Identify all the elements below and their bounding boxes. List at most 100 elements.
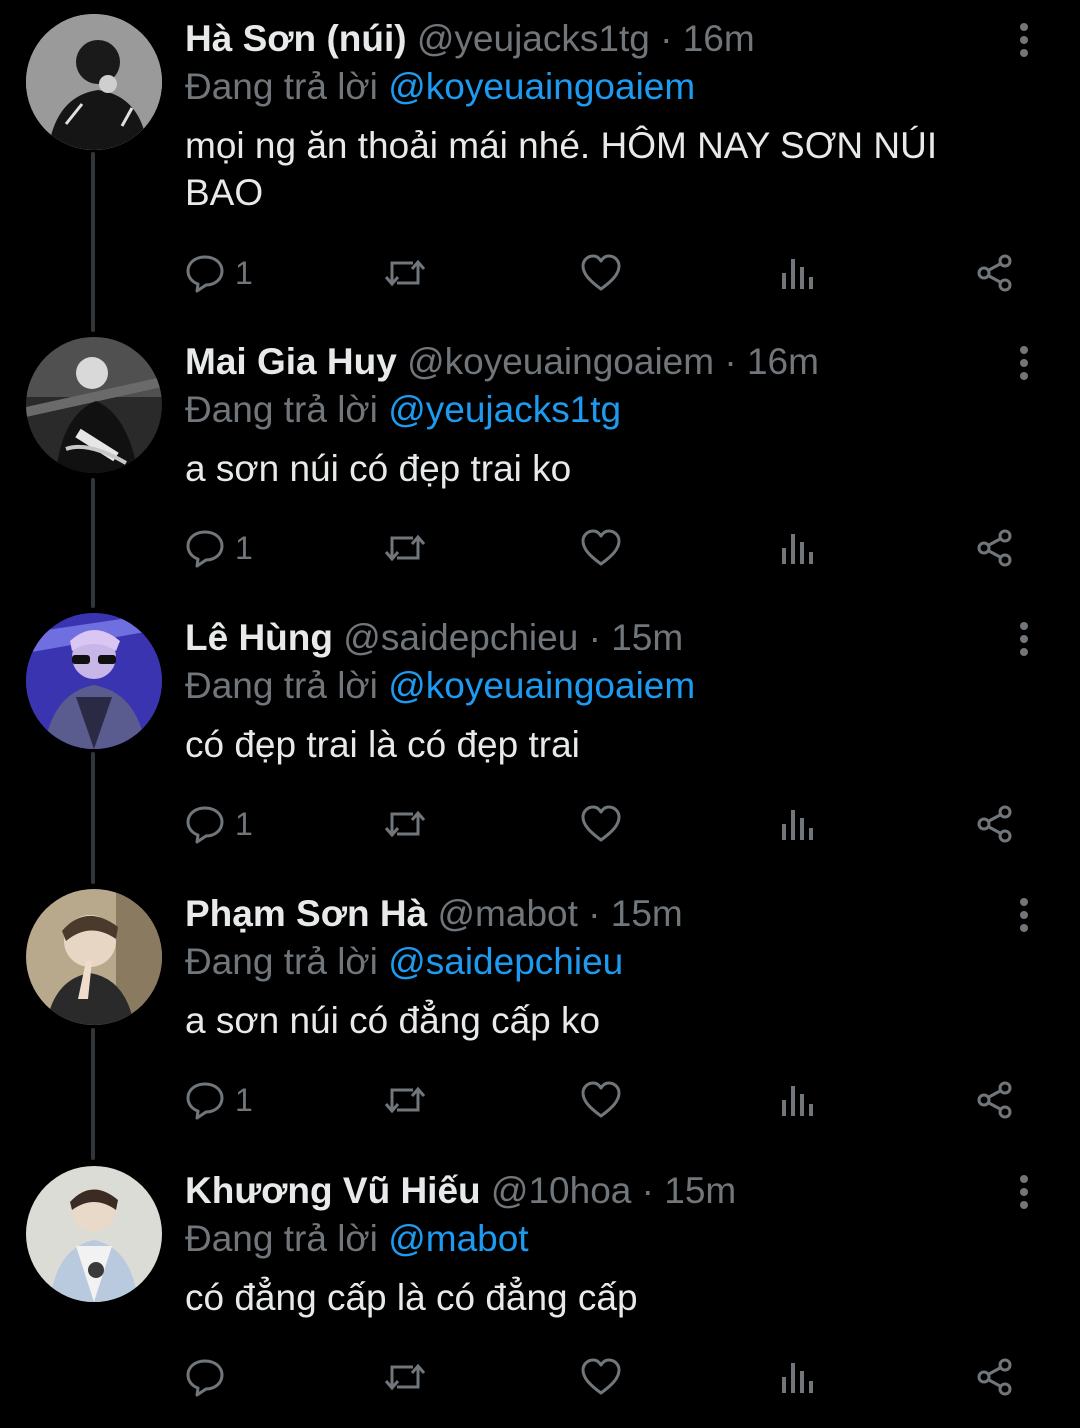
separator-dot: · xyxy=(660,18,673,59)
reply-prefix: Đang trả lời xyxy=(185,66,378,107)
separator-dot: · xyxy=(588,617,601,658)
like-button[interactable] xyxy=(580,1352,622,1402)
views-button[interactable] xyxy=(779,248,815,298)
retweet-button[interactable] xyxy=(383,248,427,298)
reply-count: 1 xyxy=(235,254,253,291)
speech-bubble-icon xyxy=(186,255,224,293)
reply-thread: Hà Sơn (núi) @yeujacks1tg · 16m Đang trả… xyxy=(0,0,1080,1413)
heart-icon xyxy=(581,1358,621,1395)
timestamp[interactable]: 16m xyxy=(683,18,755,59)
bar-chart-icon xyxy=(782,810,813,840)
more-button[interactable] xyxy=(1004,619,1044,659)
retweet-button[interactable] xyxy=(383,523,427,573)
heart-icon xyxy=(581,529,621,566)
user-handle[interactable]: @saidepchieu xyxy=(343,617,578,658)
vertical-dots-icon xyxy=(1020,622,1028,656)
avatar[interactable] xyxy=(26,1166,162,1302)
tweet[interactable]: Khương Vũ Hiếu @10hoa · 15m Đang trả lời… xyxy=(0,1152,1080,1428)
reply-count: 1 xyxy=(235,1081,253,1118)
tweet[interactable]: Hà Sơn (núi) @yeujacks1tg · 16m Đang trả… xyxy=(0,0,1080,293)
more-button[interactable] xyxy=(1004,20,1044,60)
avatar[interactable] xyxy=(26,889,162,1025)
timestamp[interactable]: 16m xyxy=(747,341,819,382)
like-button[interactable] xyxy=(580,799,622,849)
more-button[interactable] xyxy=(1004,1172,1044,1212)
retweet-icon xyxy=(384,810,426,838)
share-button[interactable] xyxy=(975,799,1015,849)
reply-button[interactable]: 1 xyxy=(185,799,253,849)
retweet-icon xyxy=(384,1086,426,1114)
reply-mention[interactable]: @koyeuaingoaiem xyxy=(388,665,695,706)
timestamp[interactable]: 15m xyxy=(664,1170,736,1211)
user-handle[interactable]: @yeujacks1tg xyxy=(417,18,650,59)
share-icon xyxy=(977,529,1012,567)
retweet-icon xyxy=(384,534,426,562)
display-name[interactable]: Mai Gia Huy xyxy=(185,341,397,382)
tweet-text: a sơn núi có đẳng cấp ko xyxy=(185,1000,601,1041)
reply-button[interactable]: 1 xyxy=(185,248,253,298)
reply-prefix: Đang trả lời xyxy=(185,941,378,982)
retweet-button[interactable] xyxy=(383,799,427,849)
heart-icon xyxy=(581,254,621,291)
like-button[interactable] xyxy=(580,248,622,298)
share-button[interactable] xyxy=(975,1352,1015,1402)
reply-button[interactable]: 1 xyxy=(185,523,253,573)
views-button[interactable] xyxy=(779,523,815,573)
vertical-dots-icon xyxy=(1020,1175,1028,1209)
reply-button[interactable]: 1 xyxy=(185,1075,253,1125)
tweet[interactable]: Mai Gia Huy @koyeuaingoaiem · 16m Đang t… xyxy=(0,323,1080,599)
avatar[interactable] xyxy=(26,613,162,749)
reply-mention[interactable]: @saidepchieu xyxy=(388,941,623,982)
reply-count: 1 xyxy=(235,529,253,566)
reply-prefix: Đang trả lời xyxy=(185,389,378,430)
display-name[interactable]: Lê Hùng xyxy=(185,617,333,658)
views-button[interactable] xyxy=(779,1352,815,1402)
speech-bubble-icon xyxy=(186,1082,224,1120)
speech-bubble-icon xyxy=(186,1359,224,1397)
speech-bubble-icon xyxy=(186,806,224,844)
bar-chart-icon xyxy=(782,534,813,564)
user-handle[interactable]: @mabot xyxy=(437,893,577,934)
share-icon xyxy=(977,805,1012,843)
share-icon xyxy=(977,254,1012,292)
tweet-text: có đẳng cấp là có đẳng cấp xyxy=(185,1277,638,1318)
user-handle[interactable]: @10hoa xyxy=(491,1170,631,1211)
vertical-dots-icon xyxy=(1020,23,1028,57)
timestamp[interactable]: 15m xyxy=(611,893,683,934)
retweet-icon xyxy=(384,259,426,287)
reply-count: 1 xyxy=(235,805,253,842)
bar-chart-icon xyxy=(782,1363,813,1393)
avatar[interactable] xyxy=(26,14,162,150)
tweet-text: có đẹp trai là có đẹp trai xyxy=(185,724,580,765)
retweet-icon xyxy=(384,1363,426,1391)
timestamp[interactable]: 15m xyxy=(611,617,683,658)
like-button[interactable] xyxy=(580,1075,622,1125)
retweet-button[interactable] xyxy=(383,1075,427,1125)
action-bar xyxy=(185,1352,1035,1402)
retweet-button[interactable] xyxy=(383,1352,427,1402)
like-button[interactable] xyxy=(580,523,622,573)
views-button[interactable] xyxy=(779,1075,815,1125)
reply-mention[interactable]: @koyeuaingoaiem xyxy=(388,66,695,107)
more-button[interactable] xyxy=(1004,895,1044,935)
reply-mention[interactable]: @mabot xyxy=(388,1218,528,1259)
tweet[interactable]: Phạm Sơn Hà @mabot · 15m Đang trả lời @s… xyxy=(0,875,1080,1151)
display-name[interactable]: Hà Sơn (núi) xyxy=(185,18,407,59)
share-button[interactable] xyxy=(975,248,1015,298)
reply-mention[interactable]: @yeujacks1tg xyxy=(388,389,621,430)
reply-button[interactable] xyxy=(185,1352,235,1402)
action-bar: 1 xyxy=(185,799,1035,849)
tweet[interactable]: Lê Hùng @saidepchieu · 15m Đang trả lời … xyxy=(0,599,1080,875)
display-name[interactable]: Khương Vũ Hiếu xyxy=(185,1170,481,1211)
avatar[interactable] xyxy=(26,337,162,473)
views-button[interactable] xyxy=(779,799,815,849)
share-button[interactable] xyxy=(975,1075,1015,1125)
bar-chart-icon xyxy=(782,1086,813,1116)
share-icon xyxy=(977,1081,1012,1119)
bar-chart-icon xyxy=(782,259,813,289)
user-handle[interactable]: @koyeuaingoaiem xyxy=(407,341,714,382)
vertical-dots-icon xyxy=(1020,346,1028,380)
more-button[interactable] xyxy=(1004,343,1044,383)
display-name[interactable]: Phạm Sơn Hà xyxy=(185,893,427,934)
share-button[interactable] xyxy=(975,523,1015,573)
